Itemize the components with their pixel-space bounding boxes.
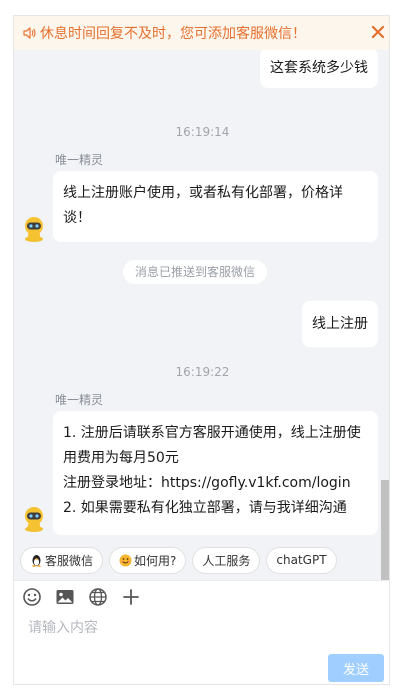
image-icon[interactable] <box>55 587 75 607</box>
notice-bar: 休息时间回复不及时，您可添加客服微信！ <box>14 16 389 50</box>
quick-reply-label: 如何用? <box>134 553 177 568</box>
message-line: 线上注册账户使用，或者私有化部署，价格详 <box>63 185 343 201</box>
plus-icon[interactable] <box>121 587 141 607</box>
visitor-message-bubble: 线上注册 <box>302 301 378 347</box>
scrollbar-thumb[interactable] <box>381 480 389 580</box>
globe-icon[interactable] <box>88 587 108 607</box>
quick-reply-label: chatGPT <box>276 553 327 567</box>
message-line: 用费用为每月50元 <box>63 450 179 466</box>
send-button[interactable]: 发送 <box>328 654 384 682</box>
timestamp: 16:19:22 <box>175 365 230 379</box>
message-list[interactable]: 这套系统多少钱 16:19:14 唯一精灵 线上注册账户使用，或者私有化部署，价… <box>14 50 389 580</box>
message-text: 线上注册 <box>312 316 368 332</box>
agent-name: 唯一精灵 <box>55 393 104 407</box>
smile-emoji-icon <box>119 554 132 566</box>
timestamp: 16:19:14 <box>175 125 230 139</box>
toolbar <box>22 587 141 607</box>
message-input[interactable] <box>28 617 368 639</box>
close-icon[interactable] <box>370 24 386 40</box>
robot-avatar <box>25 507 43 532</box>
penguin-icon <box>32 554 41 567</box>
message-line: 注册登录地址：https://gofly.v1kf.com/login <box>63 475 351 491</box>
visitor-message-bubble: 这套系统多少钱 <box>260 50 378 88</box>
quick-reply-human[interactable]: 人工服务 <box>192 546 261 574</box>
quick-reply-howto[interactable]: 如何用? <box>109 546 187 574</box>
quick-reply-label: 人工服务 <box>202 553 251 568</box>
quick-reply-label: 客服微信 <box>45 553 94 568</box>
message-text: 这套系统多少钱 <box>270 60 368 76</box>
quick-reply-chatgpt[interactable]: chatGPT <box>266 546 337 574</box>
speaker-icon <box>23 27 36 39</box>
agent-name: 唯一精灵 <box>55 153 104 167</box>
message-line: 2. 如果需要私有化独立部署，请与我详细沟通 <box>63 500 347 516</box>
agent-message-bubble: 1. 注册后请联系官方客服开通使用，线上注册使 用费用为每月50元 注册登录地址… <box>53 411 378 535</box>
message-line: 谈！ <box>63 210 91 226</box>
message-line: 1. 注册后请联系官方客服开通使用，线上注册使 <box>63 425 361 441</box>
robot-avatar <box>25 217 43 242</box>
chat-widget: 休息时间回复不及时，您可添加客服微信！ 这套系统多少钱 16:19:14 唯一精… <box>13 15 390 685</box>
system-notice-pill: 消息已推送到客服微信 <box>123 260 268 284</box>
notice-text: 休息时间回复不及时，您可添加客服微信！ <box>40 26 306 42</box>
quick-reply-bar: 客服微信 如何用? 人工服务 chatGPT <box>14 540 382 580</box>
quick-reply-wechat[interactable]: 客服微信 <box>20 546 104 574</box>
input-area: 发送 <box>14 580 389 684</box>
agent-message-bubble: 线上注册账户使用，或者私有化部署，价格详 谈！ <box>53 171 378 242</box>
scrollbar[interactable] <box>381 50 389 580</box>
emoji-icon[interactable] <box>22 587 42 607</box>
